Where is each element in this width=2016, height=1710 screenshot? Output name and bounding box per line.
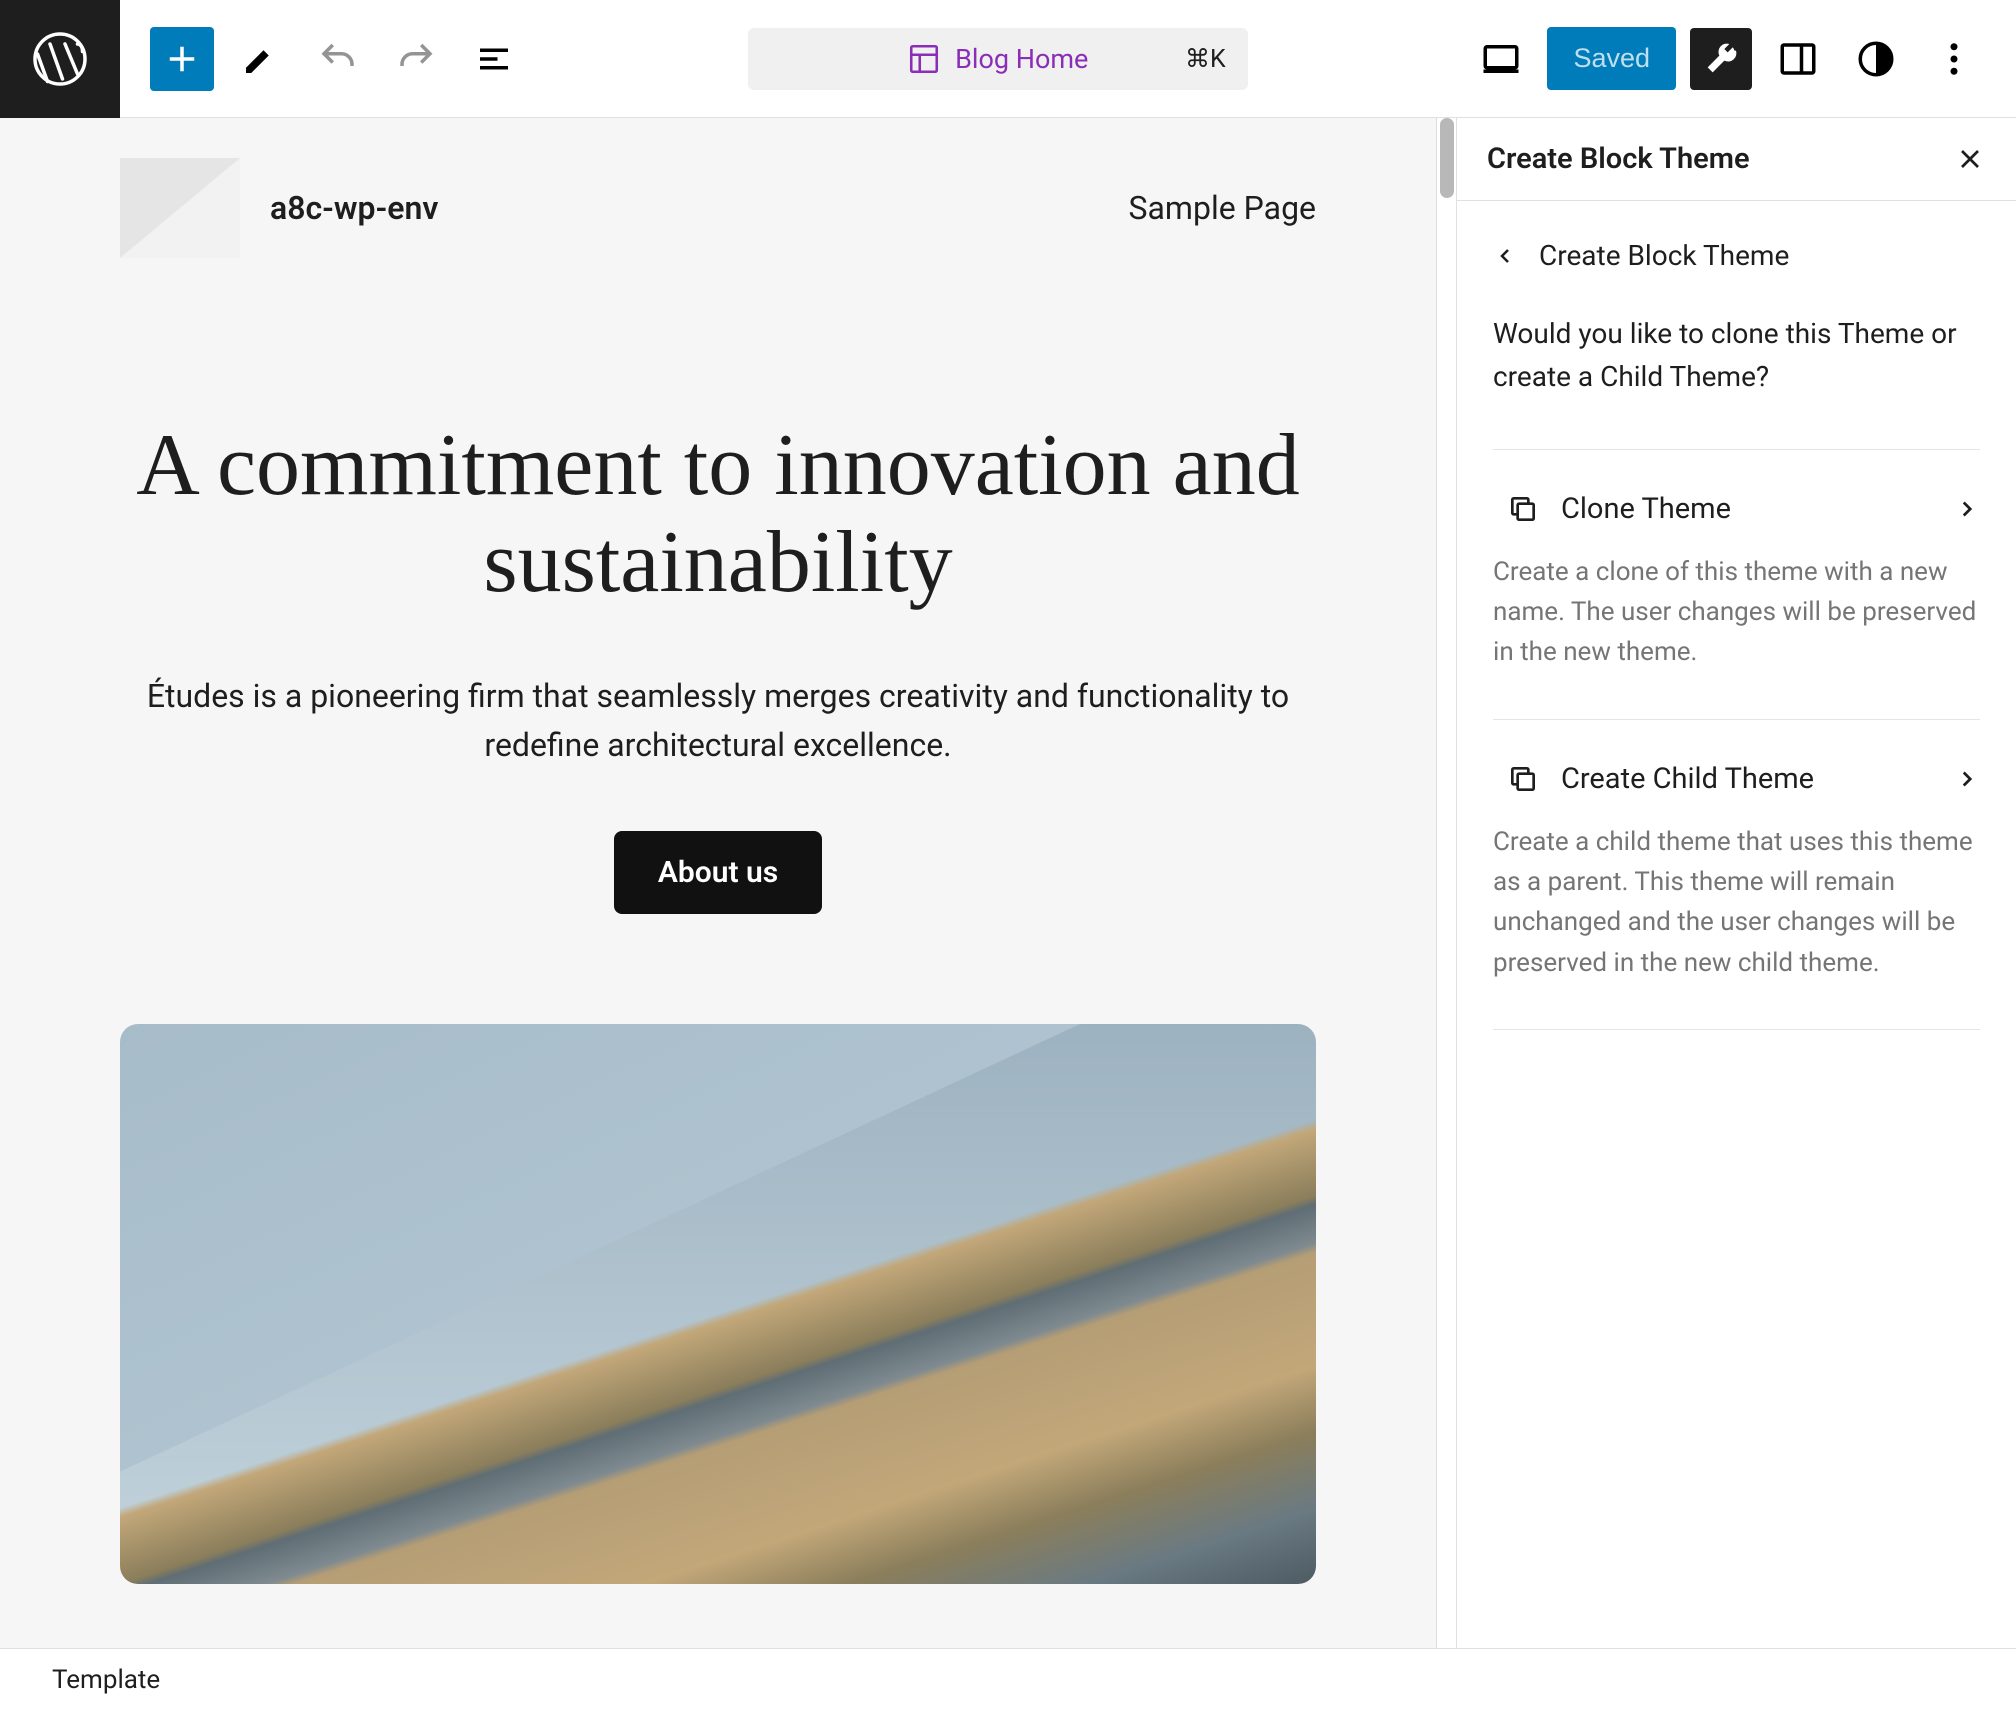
redo-button[interactable] bbox=[384, 27, 448, 91]
undo-button[interactable] bbox=[306, 27, 370, 91]
add-block-button[interactable] bbox=[150, 27, 214, 91]
more-options-button[interactable] bbox=[1922, 27, 1986, 91]
template-name-label: Blog Home bbox=[955, 43, 1088, 75]
save-button-label: Saved bbox=[1573, 43, 1650, 73]
canvas-inner: a8c-wp-env Sample Page A commitment to i… bbox=[0, 118, 1436, 1624]
nav-link-sample-page[interactable]: Sample Page bbox=[1129, 189, 1316, 227]
settings-sidebar-toggle[interactable] bbox=[1766, 27, 1830, 91]
view-button[interactable] bbox=[1469, 27, 1533, 91]
editor-main: a8c-wp-env Sample Page A commitment to i… bbox=[0, 118, 2016, 1648]
list-view-icon bbox=[473, 38, 515, 80]
save-button[interactable]: Saved bbox=[1547, 27, 1676, 90]
site-header-block[interactable]: a8c-wp-env Sample Page bbox=[120, 158, 1316, 258]
chevron-right-icon bbox=[1954, 766, 1980, 792]
copy-icon bbox=[1507, 763, 1539, 795]
wordpress-logo-button[interactable] bbox=[0, 0, 120, 118]
chevron-right-icon bbox=[1954, 496, 1980, 522]
styles-button[interactable] bbox=[1844, 27, 1908, 91]
site-title-block[interactable]: a8c-wp-env bbox=[270, 189, 438, 227]
hero-group: A commitment to innovation and sustainab… bbox=[120, 418, 1316, 914]
tools-panel-button[interactable] bbox=[1690, 28, 1752, 90]
kebab-icon bbox=[1933, 38, 1975, 80]
edit-tool-button[interactable] bbox=[228, 27, 292, 91]
redo-icon bbox=[395, 38, 437, 80]
template-selector-button[interactable]: Blog Home ⌘K bbox=[748, 28, 1248, 90]
scrollbar-thumb[interactable] bbox=[1440, 118, 1454, 198]
wrench-icon bbox=[1701, 39, 1741, 79]
hero-image-block[interactable] bbox=[120, 1024, 1316, 1584]
undo-icon bbox=[317, 38, 359, 80]
editor-canvas[interactable]: a8c-wp-env Sample Page A commitment to i… bbox=[0, 118, 1436, 1648]
sidebar-back-label: Create Block Theme bbox=[1539, 239, 1789, 272]
document-overview-button[interactable] bbox=[462, 27, 526, 91]
option-clone-theme-label: Clone Theme bbox=[1561, 492, 1932, 526]
sidebar-title: Create Block Theme bbox=[1487, 142, 1750, 176]
option-create-child-theme[interactable]: Create Child Theme Create a child theme … bbox=[1493, 719, 1980, 1030]
toolbar-left bbox=[120, 27, 526, 91]
editor-topbar: Blog Home ⌘K Saved bbox=[0, 0, 2016, 118]
sidebar-body: Create Block Theme Would you like to clo… bbox=[1457, 201, 2016, 1068]
option-create-child-theme-desc: Create a child theme that uses this them… bbox=[1493, 822, 1980, 983]
option-clone-theme-desc: Create a clone of this theme with a new … bbox=[1493, 552, 1980, 673]
chevron-left-icon bbox=[1493, 244, 1517, 268]
canvas-scrollbar[interactable] bbox=[1436, 118, 1456, 1648]
breadcrumb-template-label: Template bbox=[52, 1665, 160, 1695]
sidebar-back-button[interactable]: Create Block Theme bbox=[1493, 239, 1980, 272]
hero-heading[interactable]: A commitment to innovation and sustainab… bbox=[120, 418, 1316, 612]
desktop-icon bbox=[1480, 38, 1522, 80]
editor-footer-breadcrumb[interactable]: Template bbox=[0, 1648, 2016, 1710]
layout-icon bbox=[907, 42, 941, 76]
plus-icon bbox=[161, 38, 203, 80]
shortcut-hint: ⌘K bbox=[1185, 44, 1226, 74]
sidebar-icon bbox=[1777, 38, 1819, 80]
styles-icon bbox=[1855, 38, 1897, 80]
create-block-theme-sidebar: Create Block Theme Create Block Theme Wo… bbox=[1456, 118, 2016, 1648]
option-clone-theme[interactable]: Clone Theme Create a clone of this theme… bbox=[1493, 449, 1980, 719]
hero-paragraph[interactable]: Études is a pioneering firm that seamles… bbox=[120, 672, 1316, 771]
wordpress-icon bbox=[30, 29, 90, 89]
pencil-icon bbox=[239, 38, 281, 80]
sidebar-prompt: Would you like to clone this Theme or cr… bbox=[1493, 312, 1980, 399]
toolbar-right: Saved bbox=[1469, 27, 2016, 91]
option-create-child-theme-label: Create Child Theme bbox=[1561, 762, 1932, 796]
toolbar-center: Blog Home ⌘K bbox=[526, 28, 1469, 90]
sidebar-header: Create Block Theme bbox=[1457, 118, 2016, 201]
site-logo-placeholder[interactable] bbox=[120, 158, 240, 258]
close-sidebar-button[interactable] bbox=[1954, 143, 1986, 175]
about-us-button[interactable]: About us bbox=[614, 831, 822, 914]
copy-icon bbox=[1507, 493, 1539, 525]
